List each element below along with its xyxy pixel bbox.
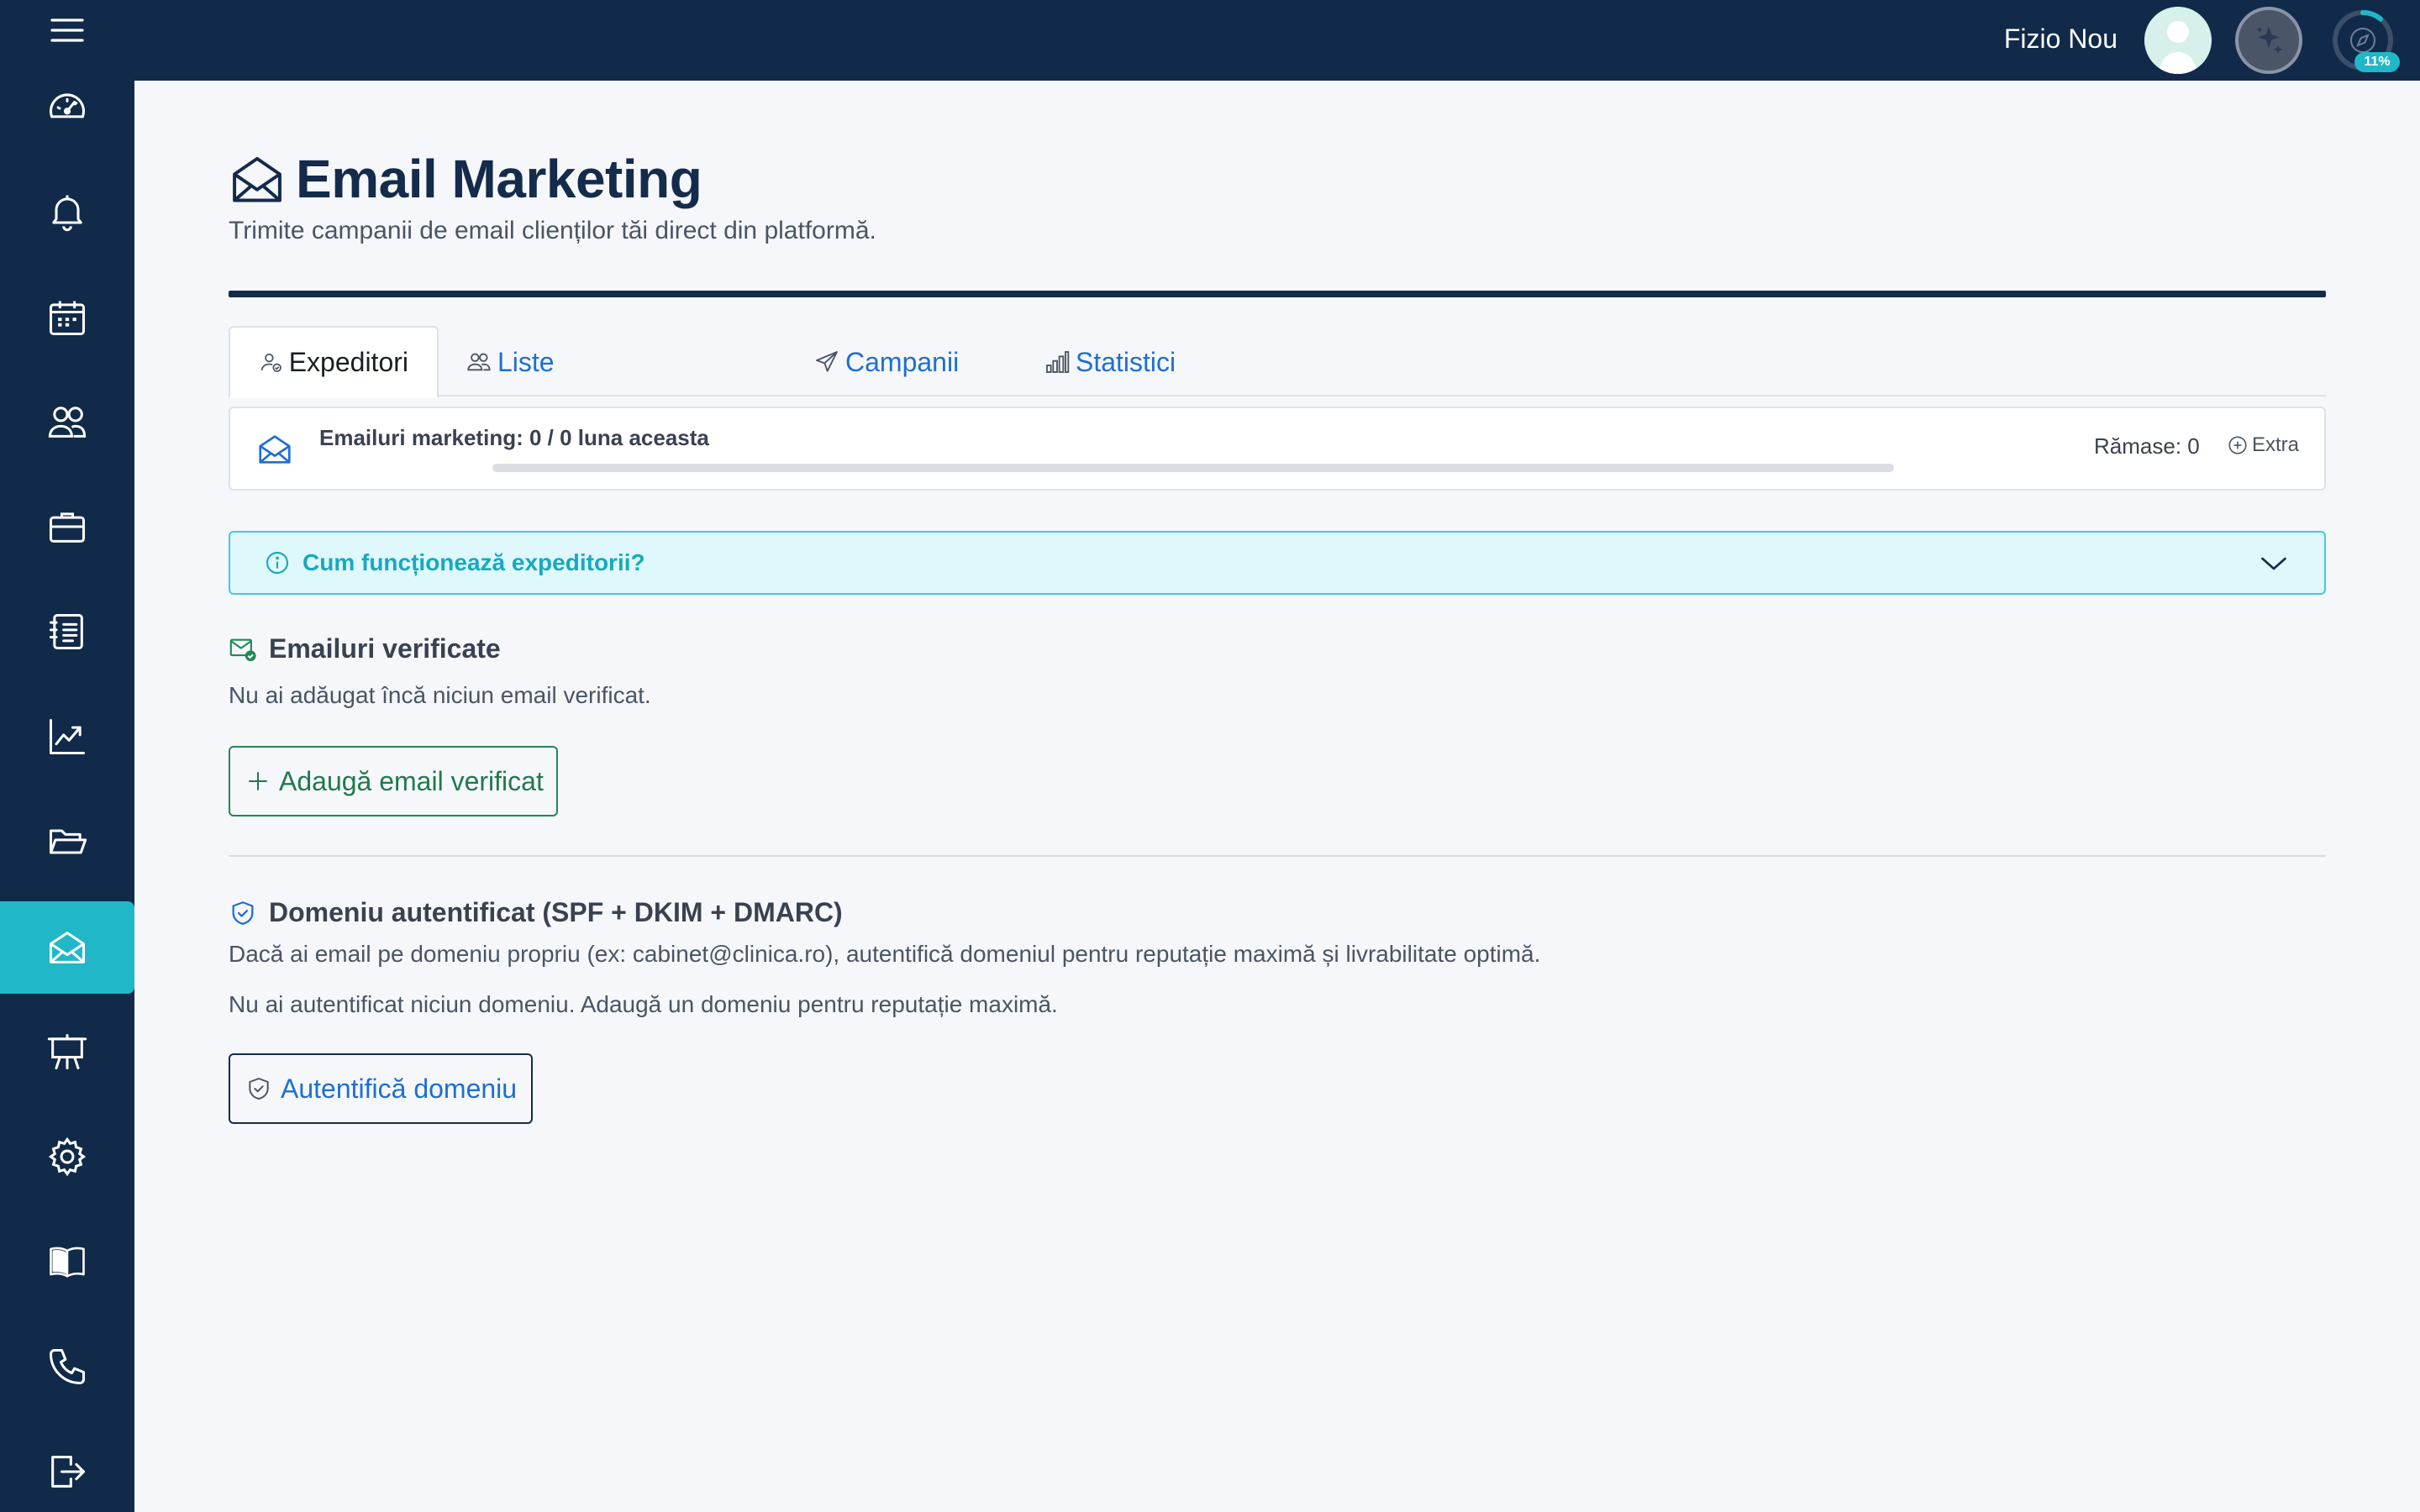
- quota-label: Emailuri marketing: 0 / 0 luna aceasta: [319, 425, 709, 450]
- page-header: Email Marketing: [229, 148, 702, 210]
- sidebar-item-records[interactable]: [0, 585, 134, 678]
- plus-icon: [249, 772, 267, 790]
- domain-empty: Nu ai autentificat niciun domeniu. Adaug…: [229, 991, 1058, 1017]
- title-divider: [229, 291, 2326, 297]
- page-subtitle: Trimite campanii de email clienților tăi…: [229, 217, 876, 244]
- sidebar-item-dashboard[interactable]: [0, 61, 134, 154]
- speedometer-icon: [49, 93, 86, 118]
- info-accordion[interactable]: Cum funcționează expeditorii?: [229, 531, 2326, 595]
- verified-emails-empty: Nu ai adăugat încă niciun email verifica…: [229, 682, 651, 708]
- shield-check-icon: [249, 1078, 269, 1100]
- sparkle-icon: [2256, 26, 2283, 55]
- ai-assistant-button[interactable]: [2235, 7, 2302, 74]
- info-icon: [266, 551, 289, 575]
- send-icon: [816, 351, 838, 372]
- bar-chart-icon: [1046, 351, 1070, 373]
- extra-label: Extra: [2252, 433, 2300, 456]
- person-check-icon: [260, 353, 281, 373]
- tab-bar: Expeditori Liste Campanii Statistici: [229, 326, 2326, 398]
- sidebar-item-files[interactable]: [0, 795, 134, 888]
- sidebar-item-notifications[interactable]: [0, 165, 134, 258]
- user-name[interactable]: Fizio Nou: [2004, 24, 2118, 55]
- sidebar-item-logout[interactable]: [0, 1425, 134, 1512]
- envelope-check-icon: [229, 638, 256, 661]
- tab-label: Expeditori: [288, 346, 408, 377]
- users-icon: [48, 407, 87, 438]
- button-label: Adaugă email verificat: [279, 765, 544, 796]
- book-icon: [50, 1247, 85, 1278]
- tab-label: Statistici: [1076, 346, 1176, 377]
- sidebar-item-calendar[interactable]: [0, 271, 134, 364]
- folder-icon: [49, 829, 87, 854]
- menu-toggle[interactable]: [47, 15, 87, 45]
- logout-icon: [51, 1456, 86, 1488]
- tab-liste[interactable]: Liste: [437, 326, 583, 398]
- info-accordion-title: Cum funcționează expeditorii?: [302, 549, 645, 575]
- sidebar-item-presentations[interactable]: [0, 1005, 134, 1098]
- tab-expeditori[interactable]: Expeditori: [229, 326, 439, 398]
- user-silhouette-icon: [2144, 7, 2212, 74]
- section-divider: [229, 855, 2326, 857]
- button-label: Autentifică domeniu: [281, 1073, 518, 1104]
- phone-icon: [49, 1348, 86, 1385]
- sidebar-item-contact[interactable]: [0, 1320, 134, 1413]
- sidebar: [0, 0, 134, 1512]
- tab-label: Liste: [497, 346, 555, 377]
- avatar[interactable]: [2144, 7, 2212, 74]
- chevron-down-icon: [2261, 557, 2286, 570]
- briefcase-icon: [49, 512, 86, 543]
- envelope-open-icon: [233, 156, 281, 202]
- envelope-icon: [259, 435, 291, 464]
- hamburger-icon: [50, 18, 84, 42]
- quota-card: Emailuri marketing: 0 / 0 luna aceasta R…: [229, 407, 2326, 491]
- tab-label: Campanii: [845, 346, 960, 377]
- page-title: Email Marketing: [296, 149, 702, 209]
- verified-emails-heading: Emailuri verificate: [229, 633, 501, 664]
- shield-check-icon: [232, 900, 254, 925]
- sidebar-item-email-marketing[interactable]: [0, 901, 134, 994]
- plus-circle-icon: [2228, 436, 2247, 454]
- envelope-open-icon: [49, 932, 86, 963]
- extra-button[interactable]: Extra: [2227, 433, 2299, 457]
- authenticate-domain-button[interactable]: Autentifică domeniu: [229, 1053, 533, 1124]
- sidebar-item-guide[interactable]: [0, 1215, 134, 1308]
- sidebar-item-settings[interactable]: [0, 1110, 134, 1203]
- sidebar-item-reports[interactable]: [0, 690, 134, 783]
- domain-description: Dacă ai email pe domeniu propriu (ex: ca…: [229, 941, 1541, 967]
- domain-heading: Domeniu autentificat (SPF + DKIM + DMARC…: [229, 897, 843, 928]
- people-icon: [467, 353, 491, 371]
- section-title: Emailuri verificate: [269, 633, 501, 664]
- quota-remaining: Rămase: 0: [2094, 433, 2200, 459]
- add-verified-email-button[interactable]: Adaugă email verificat: [229, 746, 558, 816]
- progress-badge: 11%: [2354, 52, 2400, 72]
- journal-icon: [49, 613, 83, 650]
- quota-progress-bar: [492, 464, 1894, 472]
- sidebar-item-services[interactable]: [0, 480, 134, 573]
- tab-statistici[interactable]: Statistici: [1044, 326, 1176, 398]
- tab-campanii[interactable]: Campanii: [813, 326, 959, 398]
- chart-line-icon: [49, 718, 86, 755]
- sidebar-item-clients[interactable]: [0, 375, 134, 468]
- easel-icon: [47, 1033, 87, 1070]
- calendar-icon: [49, 301, 86, 336]
- section-title: Domeniu autentificat (SPF + DKIM + DMARC…: [269, 897, 843, 927]
- bell-icon: [52, 195, 82, 232]
- gear-icon: [48, 1137, 87, 1177]
- compass-icon: [2350, 28, 2375, 53]
